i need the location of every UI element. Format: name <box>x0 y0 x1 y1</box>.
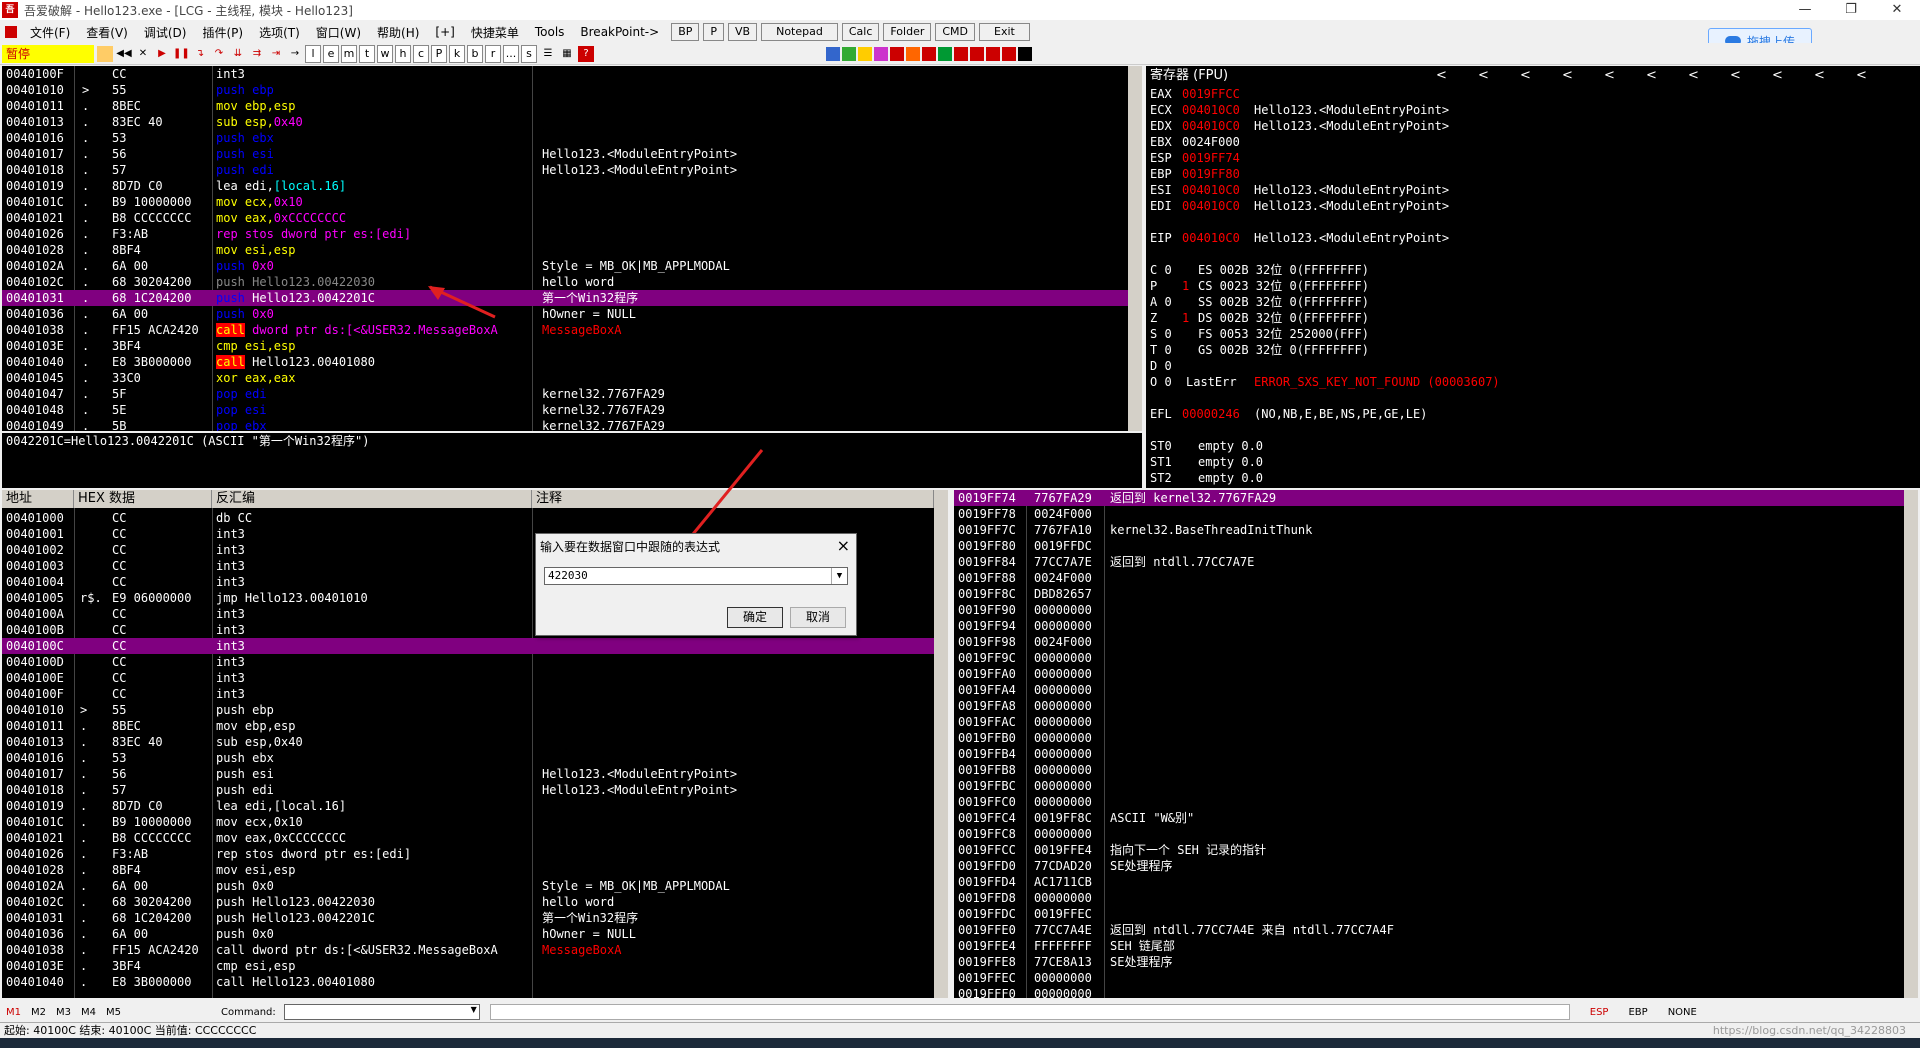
expression-input[interactable]: 422030 ▼ <box>544 567 848 585</box>
status-bar: 起始: 40100C 结束: 40100C 当前值: CCCCCCCC http… <box>0 1022 1920 1038</box>
ok-button[interactable]: 确定 <box>727 607 783 628</box>
annotation-arrows <box>428 285 764 572</box>
chevron-down-icon[interactable]: ▼ <box>831 568 847 584</box>
command-bar: M1 M2 M3 M4 M5 Command: ▼ ESP EBP NONE <box>0 1003 1920 1021</box>
tab-m3[interactable]: M3 <box>56 1007 71 1018</box>
tab-m1[interactable]: M1 <box>6 1007 21 1018</box>
command-output <box>489 1004 1570 1020</box>
command-label: Command: <box>221 1006 276 1018</box>
reg-esp[interactable]: ESP <box>1590 1007 1609 1018</box>
follow-expression-dialog: 输入要在数据窗口中跟随的表达式 × 422030 ▼ 确定 取消 <box>535 533 857 636</box>
command-dropdown-icon[interactable]: ▼ <box>471 1005 477 1014</box>
reg-none[interactable]: NONE <box>1668 1007 1697 1018</box>
watermark: https://blog.csdn.net/qq_34228803 <box>1712 1024 1906 1037</box>
tab-m4[interactable]: M4 <box>81 1007 96 1018</box>
command-input[interactable]: ▼ <box>283 1004 480 1020</box>
dialog-close-icon[interactable]: × <box>837 536 850 555</box>
cancel-button[interactable]: 取消 <box>790 607 846 628</box>
expression-value: 422030 <box>548 569 588 582</box>
tab-m5[interactable]: M5 <box>106 1007 121 1018</box>
status-text: 起始: 40100C 结束: 40100C 当前值: CCCCCCCC <box>4 1024 257 1037</box>
reg-ebp[interactable]: EBP <box>1628 1007 1647 1018</box>
dialog-title: 输入要在数据窗口中跟随的表达式 <box>540 540 721 554</box>
taskbar <box>0 1038 1920 1048</box>
tab-m2[interactable]: M2 <box>31 1007 46 1018</box>
